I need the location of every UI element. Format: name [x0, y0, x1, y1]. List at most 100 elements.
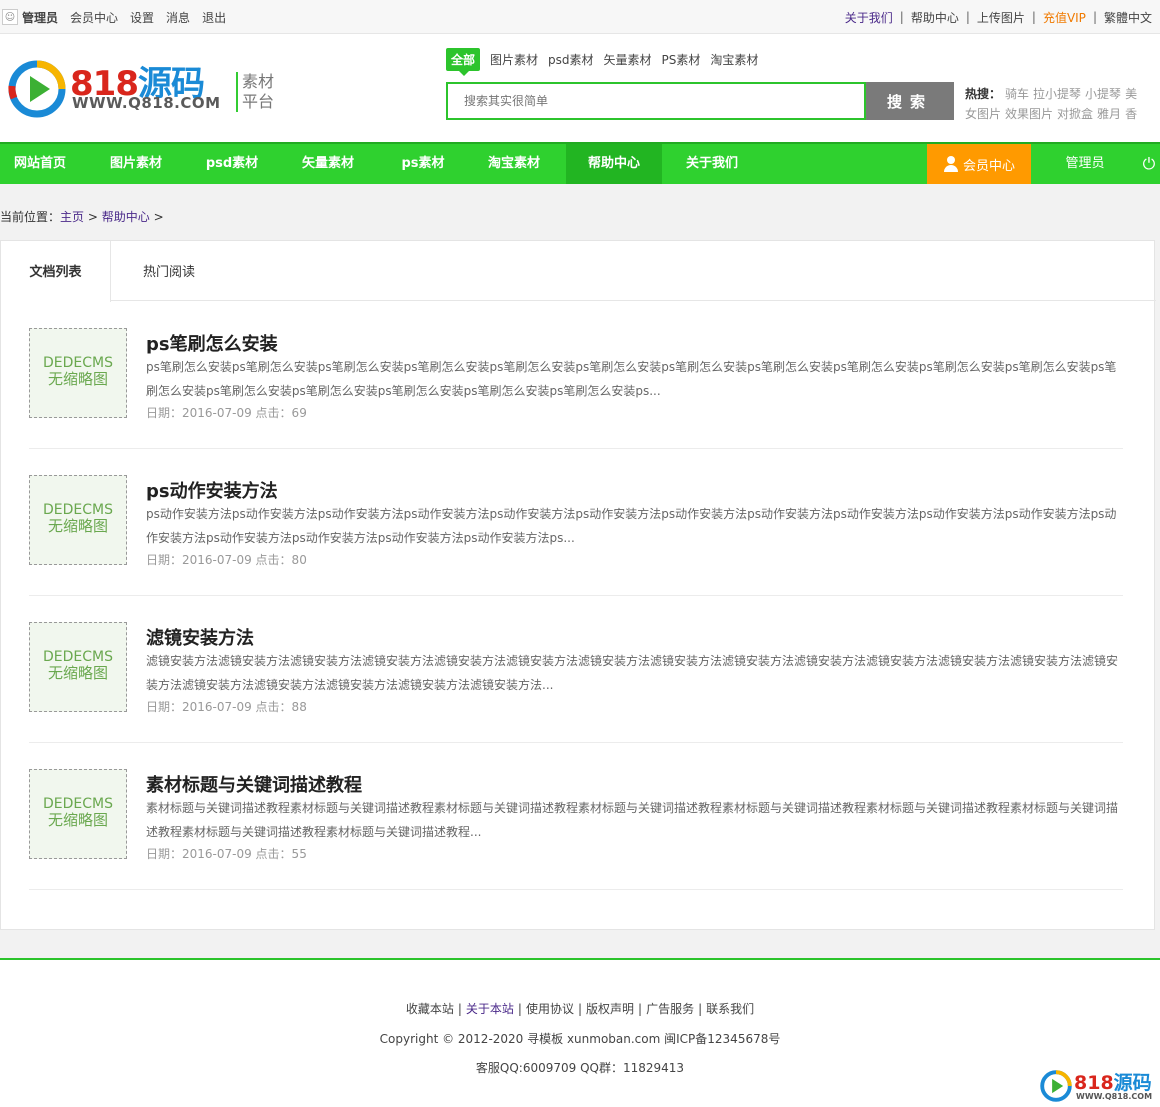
top-link-vip[interactable]: 充值VIP	[1043, 9, 1086, 26]
top-bar: ☺ 管理员 会员中心 设置 消息 退出 关于我们 | 帮助中心 | 上传图片 |…	[0, 0, 1160, 34]
search-category-tabs: 全部 图片素材 psd素材 矢量素材 PS素材 淘宝素材	[446, 47, 768, 76]
nav-taobao[interactable]: 淘宝素材	[462, 144, 566, 184]
breadcrumb-current[interactable]: 帮助中心	[102, 210, 150, 224]
separator: |	[698, 1002, 703, 1016]
thumbnail[interactable]: DEDECMS 无缩略图	[29, 622, 127, 712]
search-tab-images[interactable]: 图片素材	[490, 51, 538, 68]
site-logo[interactable]: 818源码 WWW.Q818.COM	[8, 56, 220, 118]
separator: |	[899, 10, 904, 24]
hot-word[interactable]: 拉小提琴	[1033, 87, 1081, 101]
article-title[interactable]: 素材标题与关键词描述教程	[146, 771, 362, 797]
top-link-messages[interactable]: 消息	[166, 9, 190, 26]
separator: |	[638, 1002, 643, 1016]
list-item: DEDECMS 无缩略图 ps动作安装方法 ps动作安装方法ps动作安装方法ps动…	[29, 449, 1123, 596]
thumbnail[interactable]: DEDECMS 无缩略图	[29, 328, 127, 418]
footer-link-ads[interactable]: 广告服务	[646, 1002, 694, 1016]
thumbnail[interactable]: DEDECMS 无缩略图	[29, 769, 127, 859]
top-link-upload[interactable]: 上传图片	[977, 9, 1025, 26]
footer-copyright: Copyright © 2012-2020 寻模板 xunmoban.com 闽…	[379, 1032, 781, 1046]
top-link-logout[interactable]: 退出	[202, 9, 226, 26]
footer-link-copyright[interactable]: 版权声明	[586, 1002, 634, 1016]
nav-about[interactable]: 关于我们	[662, 144, 762, 184]
top-link-help[interactable]: 帮助中心	[911, 9, 959, 26]
separator: |	[577, 1002, 583, 1016]
nav-ps[interactable]: ps素材	[384, 144, 462, 184]
nav-psd[interactable]: psd素材	[192, 144, 272, 184]
article-desc: 素材标题与关键词描述教程素材标题与关键词描述教程素材标题与关键词描述教程素材标题…	[146, 801, 1119, 839]
footer-logo-text: 818源码	[1074, 1068, 1152, 1095]
member-label: 会员中心	[962, 158, 1015, 174]
search-tab-all[interactable]: 全部	[446, 47, 481, 76]
article-desc: 滤镜安装方法滤镜安装方法滤镜安装方法滤镜安装方法滤镜安装方法滤镜安装方法滤镜安装…	[146, 654, 1119, 692]
article-title[interactable]: ps动作安装方法	[146, 477, 278, 503]
top-link-member-center[interactable]: 会员中心	[70, 9, 118, 26]
hot-word[interactable]: 香	[1125, 107, 1137, 121]
nav-vector[interactable]: 矢量素材	[272, 144, 384, 184]
hot-label: 热搜：	[965, 87, 1002, 101]
top-bar-right: 关于我们 | 帮助中心 | 上传图片 | 充值VIP | 繁體中文	[845, 0, 1152, 34]
article-meta: 日期：2016-07-09 点击：69	[146, 406, 307, 420]
header: 818源码 WWW.Q818.COM 素材 平台 全部 图片素材 psd素材 矢…	[0, 34, 1160, 142]
hot-word[interactable]: 雅月	[1097, 107, 1121, 121]
separator: |	[517, 1002, 522, 1016]
thumbnail[interactable]: DEDECMS 无缩略图	[29, 475, 127, 565]
search-tab-taobao[interactable]: 淘宝素材	[710, 51, 758, 68]
nav-home[interactable]: 网站首页	[0, 144, 80, 184]
nav-help[interactable]: 帮助中心	[566, 144, 662, 184]
tab-doc-list[interactable]: 文档列表	[1, 241, 111, 302]
top-bar-left: ☺ 管理员 会员中心 设置 消息 退出	[0, 0, 238, 34]
search-tab-psd[interactable]: psd素材	[548, 51, 594, 68]
search-button[interactable]: 搜索	[866, 82, 954, 120]
separator: |	[1031, 10, 1036, 24]
thumb-line-1: DEDECMS	[43, 502, 113, 518]
list-item: DEDECMS 无缩略图 素材标题与关键词描述教程 素材标题与关键词描述教程素材标…	[29, 743, 1123, 890]
thumb-line-2: 无缩略图	[47, 664, 108, 682]
hot-word[interactable]: 效果图片	[1005, 107, 1053, 121]
search-tab-vector[interactable]: 矢量素材	[604, 51, 652, 68]
footer-logo-number: 818	[1074, 1072, 1114, 1094]
footer-logo-cn: 源码	[1113, 1072, 1152, 1094]
logo-url: WWW.Q818.COM	[72, 94, 221, 112]
list-item: DEDECMS 无缩略图 ps笔刷怎么安装 ps笔刷怎么安装ps笔刷怎么安装ps笔…	[29, 302, 1123, 449]
separator: |	[457, 1002, 462, 1016]
article-meta: 日期：2016-07-09 点击：88	[146, 700, 307, 714]
top-link-about[interactable]: 关于我们	[845, 9, 893, 26]
top-link-settings[interactable]: 设置	[130, 9, 154, 26]
separator: |	[1092, 10, 1097, 24]
article-title[interactable]: ps笔刷怎么安装	[146, 330, 278, 356]
nav-images[interactable]: 图片素材	[80, 144, 192, 184]
nav-member-center[interactable]: 会员中心	[927, 144, 1031, 184]
breadcrumb-prefix: 当前位置：	[0, 210, 61, 224]
footer-link-contact[interactable]: 联系我们	[706, 1002, 754, 1016]
hot-word[interactable]: 小提琴	[1085, 87, 1121, 101]
slogan-line-1: 素材	[242, 72, 275, 91]
top-link-traditional[interactable]: 繁體中文	[1104, 9, 1152, 26]
avatar[interactable]: ☺	[2, 9, 18, 25]
search-tab-ps[interactable]: PS素材	[662, 51, 701, 68]
nav-admin[interactable]: 管理员	[1040, 144, 1130, 184]
footer-link-favorite[interactable]: 收藏本站	[406, 1002, 454, 1016]
slogan-line-2: 平台	[242, 92, 275, 111]
power-icon[interactable]: ⏻	[1140, 155, 1158, 173]
footer-links: 收藏本站 | 关于本站 | 使用协议 | 版权声明 | 广告服务 | 联系我们	[0, 1000, 1160, 1017]
top-user-link[interactable]: 管理员	[22, 9, 58, 26]
tab-hot-reading[interactable]: 热门阅读	[111, 241, 227, 301]
footer-link-terms[interactable]: 使用协议	[526, 1002, 574, 1016]
search-input[interactable]	[448, 84, 864, 118]
footer-qq: 客服QQ:6009709 QQ群：11829413	[475, 1061, 685, 1075]
play-logo-icon	[8, 60, 66, 118]
footer: 收藏本站 | 关于本站 | 使用协议 | 版权声明 | 广告服务 | 联系我们 Copyright …	[0, 958, 1160, 1107]
thumb-line-1: DEDECMS	[43, 355, 113, 371]
breadcrumb-home[interactable]: 主页	[60, 210, 84, 224]
panel-tabs: 文档列表 热门阅读	[1, 241, 1156, 302]
article-title[interactable]: 滤镜安装方法	[146, 624, 254, 650]
search-box	[446, 82, 866, 120]
footer-watermark-logo: 818源码 WWW.Q818.COM	[1040, 1068, 1158, 1107]
article-meta: 日期：2016-07-09 点击：55	[146, 847, 307, 861]
hot-word[interactable]: 对掀盒	[1057, 107, 1093, 121]
hot-word[interactable]: 骑车	[1005, 87, 1029, 101]
article-desc: ps动作安装方法ps动作安装方法ps动作安装方法ps动作安装方法ps动作安装方法…	[146, 507, 1117, 545]
footer-link-about[interactable]: 关于本站	[466, 1002, 514, 1016]
main-nav: 网站首页 图片素材 psd素材 矢量素材 ps素材 淘宝素材 帮助中心 关于我们…	[0, 142, 1160, 184]
thumb-line-2: 无缩略图	[47, 517, 108, 535]
